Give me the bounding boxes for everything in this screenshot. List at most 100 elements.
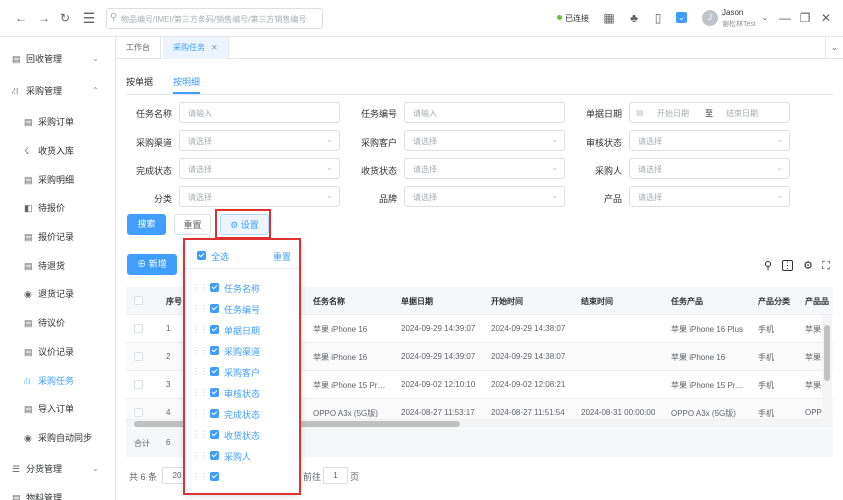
search-icon[interactable]: ⚲ <box>762 260 774 272</box>
reset-button[interactable]: 重置 <box>174 214 211 235</box>
receive-select[interactable]: 请选择 ⌄ <box>404 158 565 179</box>
minimize-icon[interactable]: — <box>778 11 792 25</box>
column-option-label[interactable]: 审核状态 <box>224 387 260 400</box>
column-checkbox[interactable] <box>210 346 219 355</box>
avatar[interactable]: J <box>702 10 718 26</box>
brand-select[interactable]: 请选择 ⌄ <box>404 186 565 207</box>
sidebar-item-pending-bargain[interactable]: ▤ 待议价 <box>0 309 116 337</box>
column-option-label[interactable]: 收货状态 <box>224 429 260 442</box>
popup-reset-button[interactable]: 重置 <box>273 250 291 263</box>
tab-purchase-task[interactable]: 采购任务 ✕ <box>163 37 229 59</box>
drag-handle-icon[interactable]: ⋮⋮ <box>192 388 208 397</box>
customer-select[interactable]: 请选择 ⌄ <box>404 130 565 151</box>
calculator-icon[interactable]: ▦ <box>602 11 616 25</box>
sidebar-group-material[interactable]: ▤ 物料管理 <box>0 484 116 500</box>
column-option-label[interactable]: 任务名称 <box>224 282 260 295</box>
user-chevron-down-icon[interactable]: ⌄ <box>758 11 772 25</box>
sidebar-item-bargain-record[interactable]: ▤ 议价记录 <box>0 338 116 366</box>
restore-icon[interactable]: ❐ <box>798 11 812 25</box>
row-checkbox[interactable] <box>134 380 143 389</box>
column-option-label[interactable]: 采购渠道 <box>224 345 260 358</box>
category-select[interactable]: 请选择 ⌄ <box>179 186 340 207</box>
tabs-dropdown-icon[interactable]: ⌄ <box>825 37 843 59</box>
sidebar-item-pending-quote[interactable]: ◧ 待报价 <box>0 194 116 222</box>
column-checkbox[interactable] <box>210 283 219 292</box>
subtab-by-detail[interactable]: 按明细 <box>173 75 200 88</box>
drag-handle-icon[interactable]: ⋮⋮ <box>192 367 208 376</box>
cell-brand: OPP <box>805 408 822 417</box>
complete-select[interactable]: 请选择 ⌄ <box>179 158 340 179</box>
drag-handle-icon[interactable]: ⋮⋮ <box>192 304 208 313</box>
column-checkbox[interactable] <box>210 451 219 460</box>
sidebar-item-quote-record[interactable]: ▤ 报价记录 <box>0 223 116 251</box>
sidebar-item-purchase-task[interactable]: ⛜ 采购任务 <box>0 367 116 395</box>
select-all-checkbox[interactable] <box>197 251 206 260</box>
bell-icon[interactable]: ♣ <box>627 11 641 25</box>
drag-handle-icon[interactable]: ⋮⋮ <box>192 409 208 418</box>
page-number-input[interactable]: 1 <box>323 467 348 484</box>
forward-arrow-icon[interactable]: → <box>37 11 51 25</box>
sidebar-item-return-record[interactable]: ◉ 退货记录 <box>0 280 116 308</box>
global-search-input[interactable]: ⚲ 物品编号/IMEI/第三方条码/销售编号/第三方销售编号 <box>106 8 323 29</box>
sidebar-item-receive[interactable]: ☇ 收货入库 <box>0 137 116 165</box>
column-checkbox[interactable] <box>210 409 219 418</box>
select-all-label[interactable]: 全选 <box>211 250 229 263</box>
add-button[interactable]: ⊕ 新增 <box>127 254 177 275</box>
drag-handle-icon[interactable]: ⋮⋮ <box>192 325 208 334</box>
row-checkbox[interactable] <box>134 352 143 361</box>
sidebar-item-import-order[interactable]: ▤ 导入订单 <box>0 395 116 423</box>
task-name-input[interactable]: 请输入 <box>179 102 340 123</box>
task-no-input[interactable]: 请输入 <box>404 102 565 123</box>
column-option-label[interactable]: 单据日期 <box>224 324 260 337</box>
gear-icon[interactable]: ⚙ <box>802 260 814 272</box>
sidebar-group-recycle[interactable]: ▤ 回收管理 ⌄ <box>0 45 116 73</box>
column-checkbox[interactable] <box>210 472 219 481</box>
settings-button[interactable]: ⚙ 设置 <box>220 214 269 235</box>
buyer-select[interactable]: 请选择 ⌄ <box>629 158 790 179</box>
channel-select[interactable]: 请选择 ⌄ <box>179 130 340 151</box>
columns-icon[interactable]: ⋮ <box>782 260 793 271</box>
menu-icon[interactable]: ☰ <box>82 11 96 25</box>
cell-task-name: 苹果 iPhone 16 <box>313 353 368 362</box>
fullscreen-icon[interactable]: ⛶ <box>820 260 832 272</box>
back-arrow-icon[interactable]: ← <box>14 11 28 25</box>
sidebar-item-purchase-detail[interactable]: ▤ 采购明细 <box>0 166 116 194</box>
column-checkbox[interactable] <box>210 388 219 397</box>
scrollbar-thumb[interactable] <box>824 325 830 381</box>
sidebar-group-distribution[interactable]: ☰ 分货管理 ⌄ <box>0 455 116 483</box>
column-checkbox[interactable] <box>210 430 219 439</box>
sidebar-item-purchase-order[interactable]: ▤ 采购订单 <box>0 108 116 136</box>
tab-close-icon[interactable]: ✕ <box>211 43 218 52</box>
refresh-icon[interactable]: ↻ <box>58 11 72 25</box>
tab-workbench[interactable]: 工作台 <box>116 37 161 59</box>
drag-handle-icon[interactable]: ⋮⋮ <box>192 346 208 355</box>
drag-handle-icon[interactable]: ⋮⋮ <box>192 451 208 460</box>
drag-handle-icon[interactable]: ⋮⋮ <box>192 283 208 292</box>
app-switch-icon[interactable]: ⌄ <box>676 12 687 23</box>
audit-select[interactable]: 请选择 ⌄ <box>629 130 790 151</box>
user-name[interactable]: Jason <box>722 8 743 17</box>
close-icon[interactable]: ✕ <box>819 11 833 25</box>
sidebar-item-auto-sync[interactable]: ◉ 采购自动同步 <box>0 424 116 452</box>
subtab-by-document[interactable]: 按单据 <box>126 75 153 88</box>
product-select[interactable]: 请选择 ⌄ <box>629 186 790 207</box>
select-all-checkbox[interactable] <box>134 296 143 305</box>
column-option-label[interactable]: 采购客户 <box>224 366 260 379</box>
sidebar-item-pending-return[interactable]: ▤ 待退货 <box>0 252 116 280</box>
column-checkbox[interactable] <box>210 304 219 313</box>
table-vertical-scrollbar[interactable] <box>822 315 832 420</box>
doc-date-range[interactable]: ▤ 开始日期 至 结束日期 <box>629 102 790 123</box>
chevron-down-icon: ⌄ <box>326 163 333 172</box>
column-option-label[interactable]: 任务编号 <box>224 303 260 316</box>
row-checkbox[interactable] <box>134 408 143 417</box>
drag-handle-icon[interactable]: ⋮⋮ <box>192 472 208 481</box>
column-checkbox[interactable] <box>210 367 219 376</box>
tablet-icon[interactable]: ▯ <box>651 11 665 25</box>
column-option-label[interactable]: 采购人 <box>224 450 251 463</box>
sidebar-group-purchase[interactable]: ⛜ 采购管理 ⌃ <box>0 77 116 105</box>
search-button[interactable]: 搜索 <box>127 214 166 235</box>
column-checkbox[interactable] <box>210 325 219 334</box>
drag-handle-icon[interactable]: ⋮⋮ <box>192 430 208 439</box>
column-option-label[interactable]: 完成状态 <box>224 408 260 421</box>
row-checkbox[interactable] <box>134 324 143 333</box>
